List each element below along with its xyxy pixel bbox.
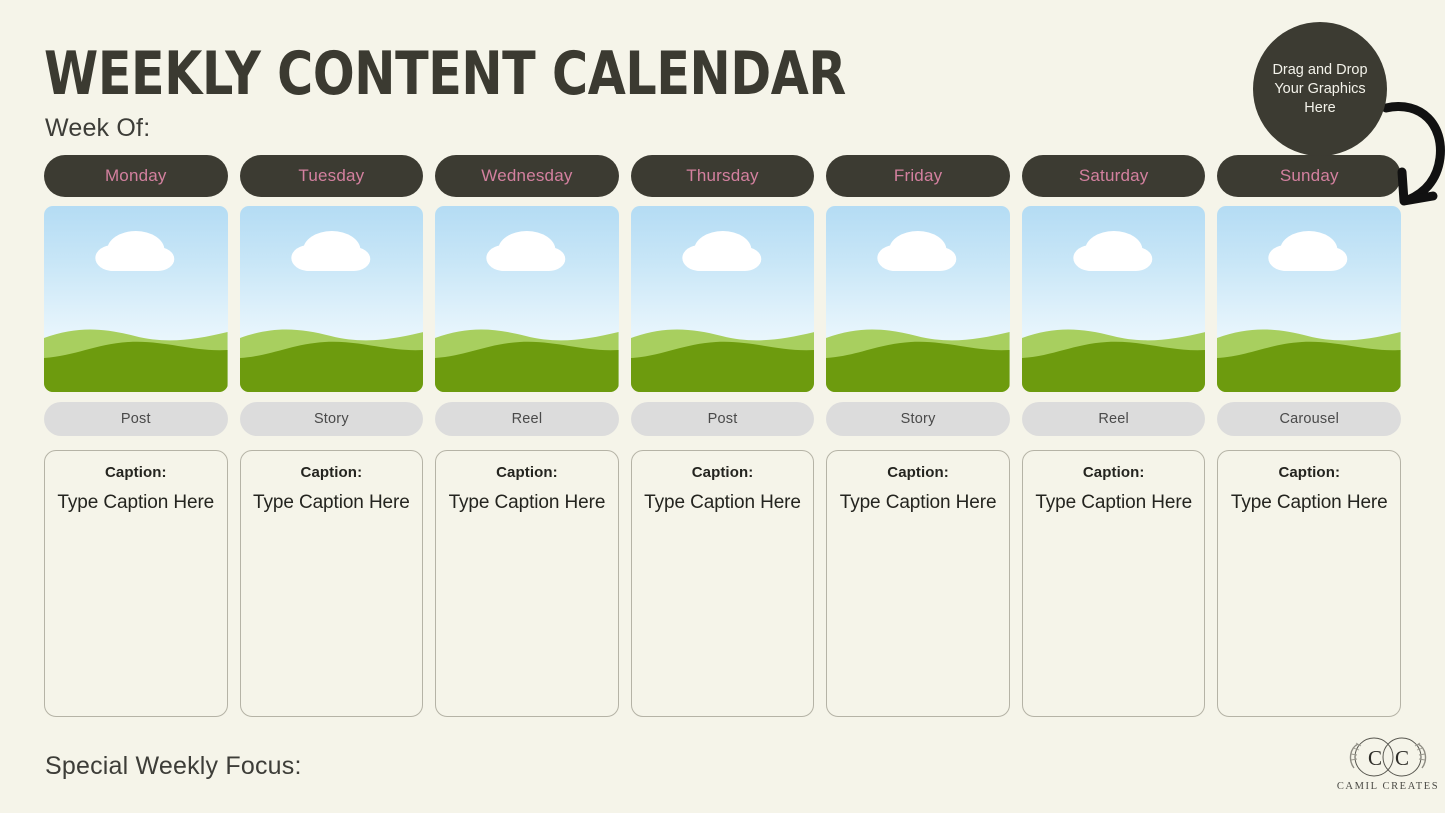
post-type-tuesday[interactable]: Story: [239, 402, 424, 436]
drag-drop-label: Drag and Drop Your Graphics Here: [1272, 61, 1368, 116]
day-label: Sunday: [1279, 166, 1339, 185]
image-placeholder-friday[interactable]: [826, 206, 1010, 392]
caption-box-thursday[interactable]: Caption: Type Caption Here: [630, 450, 815, 717]
brand-logo: C C CAMIL CREATES: [1336, 734, 1440, 800]
post-type-wednesday[interactable]: Reel: [435, 402, 619, 436]
day-header-wednesday[interactable]: Wednesday: [435, 155, 619, 197]
post-type-label: Story: [900, 411, 936, 427]
day-column-tuesday: Tuesday Story Caption: Type Caption Here: [239, 155, 424, 717]
caption-title: Caption:: [1278, 464, 1341, 481]
page-title: WEEKLY CONTENT CALENDAR: [44, 39, 846, 109]
caption-box-tuesday[interactable]: Caption: Type Caption Here: [239, 450, 424, 717]
day-column-monday: Monday Post Caption: Type Caption Here: [44, 155, 228, 717]
image-placeholder-monday[interactable]: [44, 206, 228, 392]
caption-title: Caption:: [887, 464, 949, 481]
post-type-saturday[interactable]: Reel: [1021, 402, 1206, 436]
svg-text:C: C: [1368, 746, 1382, 770]
caption-input[interactable]: Type Caption Here: [57, 492, 214, 514]
special-weekly-focus-label: Special Weekly Focus:: [45, 752, 302, 780]
post-type-monday[interactable]: Post: [44, 402, 228, 436]
post-type-friday[interactable]: Story: [826, 402, 1010, 436]
week-of-label: Week Of:: [45, 114, 151, 142]
brand-name: CAMIL CREATES: [1336, 781, 1440, 792]
day-label: Thursday: [686, 166, 759, 185]
day-column-wednesday: Wednesday Reel Caption: Type Caption Her…: [435, 155, 619, 717]
caption-input[interactable]: Type Caption Here: [840, 492, 997, 514]
day-label: Monday: [104, 166, 167, 185]
day-column-sunday: Sunday Carousel Caption: Type Caption He…: [1217, 155, 1402, 717]
day-header-monday[interactable]: Monday: [44, 155, 228, 197]
day-label: Friday: [893, 166, 943, 185]
day-header-thursday[interactable]: Thursday: [630, 155, 815, 197]
caption-input[interactable]: Type Caption Here: [449, 492, 606, 514]
post-type-label: Story: [313, 411, 349, 427]
caption-box-saturday[interactable]: Caption: Type Caption Here: [1021, 450, 1206, 717]
caption-input[interactable]: Type Caption Here: [253, 492, 410, 514]
post-type-label: Reel: [511, 411, 543, 427]
caption-title: Caption:: [104, 464, 167, 481]
caption-title: Caption:: [300, 464, 363, 481]
post-type-label: Post: [120, 411, 151, 427]
post-type-thursday[interactable]: Post: [630, 402, 815, 436]
caption-box-monday[interactable]: Caption: Type Caption Here: [44, 450, 228, 717]
post-type-label: Post: [707, 411, 738, 427]
day-label: Tuesday: [298, 166, 365, 185]
post-type-label: Reel: [1098, 411, 1129, 427]
caption-title: Caption:: [1082, 464, 1145, 481]
caption-input[interactable]: Type Caption Here: [1231, 492, 1388, 514]
caption-input[interactable]: Type Caption Here: [1035, 492, 1192, 514]
svg-text:C: C: [1395, 746, 1409, 770]
image-placeholder-tuesday[interactable]: [239, 206, 424, 392]
day-column-saturday: Saturday Reel Caption: Type Caption Here: [1021, 155, 1206, 717]
day-header-saturday[interactable]: Saturday: [1021, 155, 1206, 197]
day-column-thursday: Thursday Post Caption: Type Caption Here: [630, 155, 815, 717]
caption-box-wednesday[interactable]: Caption: Type Caption Here: [435, 450, 619, 717]
image-placeholder-saturday[interactable]: [1021, 206, 1206, 392]
image-placeholder-wednesday[interactable]: [435, 206, 619, 392]
post-type-label: Carousel: [1279, 411, 1340, 427]
day-header-tuesday[interactable]: Tuesday: [239, 155, 424, 197]
day-label: Wednesday: [481, 166, 573, 185]
week-grid: Monday Post Caption: Type Caption Here T…: [44, 155, 1402, 717]
post-type-sunday[interactable]: Carousel: [1217, 402, 1402, 436]
curved-arrow-icon: [1381, 102, 1445, 206]
image-placeholder-sunday[interactable]: [1217, 206, 1402, 392]
cc-monogram-icon: C C: [1349, 737, 1427, 777]
calendar-page: WEEKLY CONTENT CALENDAR Week Of: Drag an…: [0, 0, 1445, 813]
day-column-friday: Friday Story Caption: Type Caption Here: [826, 155, 1010, 717]
day-label: Saturday: [1078, 166, 1149, 185]
caption-title: Caption:: [691, 464, 754, 481]
drag-drop-zone[interactable]: Drag and Drop Your Graphics Here: [1253, 22, 1387, 156]
image-placeholder-thursday[interactable]: [630, 206, 815, 392]
caption-box-friday[interactable]: Caption: Type Caption Here: [826, 450, 1010, 717]
day-header-friday[interactable]: Friday: [826, 155, 1010, 197]
caption-input[interactable]: Type Caption Here: [644, 492, 801, 514]
caption-title: Caption:: [496, 464, 558, 481]
day-header-sunday[interactable]: Sunday: [1217, 155, 1402, 197]
caption-box-sunday[interactable]: Caption: Type Caption Here: [1217, 450, 1402, 717]
